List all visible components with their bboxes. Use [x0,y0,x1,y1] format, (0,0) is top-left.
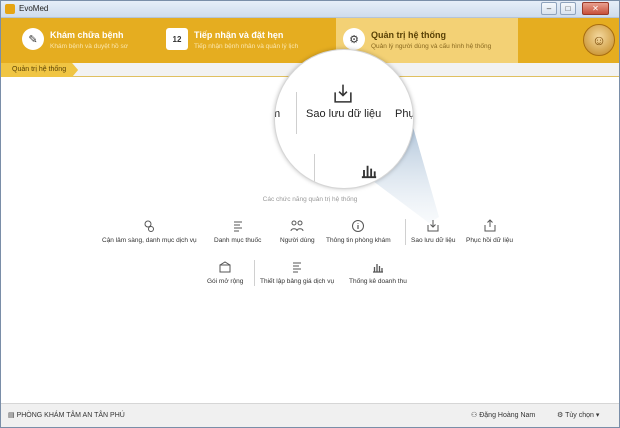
extension-package-icon [219,261,231,273]
clipboard-edit-icon: ✎ [22,28,44,50]
breadcrumb-current[interactable]: Quản trị hệ thống [1,63,78,77]
user-icon: ⚇ [471,412,480,419]
tab-subtitle: Khám bệnh và duyệt hồ sơ [50,43,128,50]
separator [405,219,406,245]
restore-icon [484,219,495,232]
price-list-icon [293,262,302,273]
app-logo-icon [5,4,15,14]
close-button[interactable]: ✕ [582,2,609,15]
magnified-chart-icon [361,165,377,179]
magnifier-lens: m Sao lưu dữ liệu Phụ [274,49,414,189]
tile-restore[interactable]: Phục hồi dữ liệu [466,219,513,244]
tile-label: Gói mở rộng [207,278,244,285]
section-label: Các chức năng quản trị hệ thống [262,196,358,203]
calendar-icon: 12 [166,28,188,50]
magnified-separator [314,154,315,184]
tile-label: Thiết lập bảng giá dịch vụ [260,278,335,285]
magnified-backup-label: Sao lưu dữ liệu [306,108,382,120]
tile-extension-package[interactable]: Gói mở rộng [207,260,243,285]
revenue-chart-icon [372,264,383,273]
tile-revenue-stats[interactable]: Thống kê doanh thu [349,260,407,285]
minimize-button[interactable]: – [541,2,557,15]
clinic-name: ▤ PHÒNG KHÁM TÂM AN TÂN PHÚ [8,411,125,419]
clinic-label: PHÒNG KHÁM TÂM AN TÂN PHÚ [16,412,125,419]
tile-backup[interactable]: Sao lưu dữ liệu [411,219,455,244]
current-user[interactable]: ⚇ Đặng Hoàng Nam [471,411,535,419]
main-content: Các chức năng quản trị hệ thống Cận lâm … [1,49,619,403]
tile-label: Người dùng [280,237,315,244]
magnified-separator [296,92,297,134]
info-icon [352,220,365,232]
backup-icon [427,220,439,232]
magnified-fragment-left: m [275,108,280,120]
app-window: EvoMed – □ ✕ ✎ Khám chữa bệnh Khám bệnh … [0,0,620,428]
tile-drug-list[interactable]: Danh mục thuốc [214,219,261,244]
tile-users[interactable]: Người dùng [280,219,315,244]
tile-lab-service[interactable]: Cận lâm sàng, danh mục dịch vụ [102,219,197,244]
tile-price-list[interactable]: Thiết lập bảng giá dịch vụ [260,260,334,285]
tile-label: Thống kê doanh thu [349,278,407,285]
tab-tiep-nhan[interactable]: 12 Tiếp nhận và đặt hẹn Tiếp nhận bệnh n… [159,18,329,63]
window-title: EvoMed [19,4,49,13]
tile-label: Sao lưu dữ liệu [411,237,456,244]
separator [254,260,255,286]
title-bar: EvoMed – □ ✕ [1,1,619,18]
tile-label: Danh mục thuốc [214,237,262,244]
tile-label: Phục hồi dữ liệu [466,237,513,244]
users-icon [290,220,304,232]
user-avatar[interactable]: ☺ [583,24,615,56]
maximize-button[interactable]: □ [560,2,576,15]
tile-label: Cận lâm sàng, danh mục dịch vụ [102,237,197,244]
chevron-down-icon: ▾ [593,412,600,419]
tile-clinic-info[interactable]: Thông tin phòng khám [326,219,391,244]
gear-icon: ⚙ [557,412,566,419]
tile-label: Thông tin phòng khám [326,237,391,244]
status-bar: ▤ PHÒNG KHÁM TÂM AN TÂN PHÚ ⚇ Đặng Hoàng… [1,403,619,427]
tab-subtitle: Tiếp nhận bệnh nhân và quản lý lịch [194,43,299,50]
clinic-card-icon: ▤ [8,412,17,419]
tab-title: Khám chữa bệnh [50,30,124,40]
tab-subtitle: Quản lý người dùng và cấu hình hệ thống [371,43,492,50]
settings-icon: ⚙ [343,28,365,50]
user-label: Đặng Hoàng Nam [479,412,536,419]
main-ribbon: ✎ Khám chữa bệnh Khám bệnh và duyệt hồ s… [1,18,619,63]
magnified-backup-icon [334,84,352,103]
drug-list-icon [233,221,242,232]
options-label: Tùy chọn [565,412,594,419]
tab-title: Tiếp nhận và đặt hẹn [194,30,284,40]
tab-kham-chua-benh[interactable]: ✎ Khám chữa bệnh Khám bệnh và duyệt hồ s… [15,18,155,63]
tab-title: Quản trị hệ thống [371,30,446,40]
magnified-fragment-right: Phụ [395,108,414,120]
lab-service-icon [144,220,155,232]
options-menu[interactable]: ⚙ Tùy chọn ▾ [557,411,599,419]
